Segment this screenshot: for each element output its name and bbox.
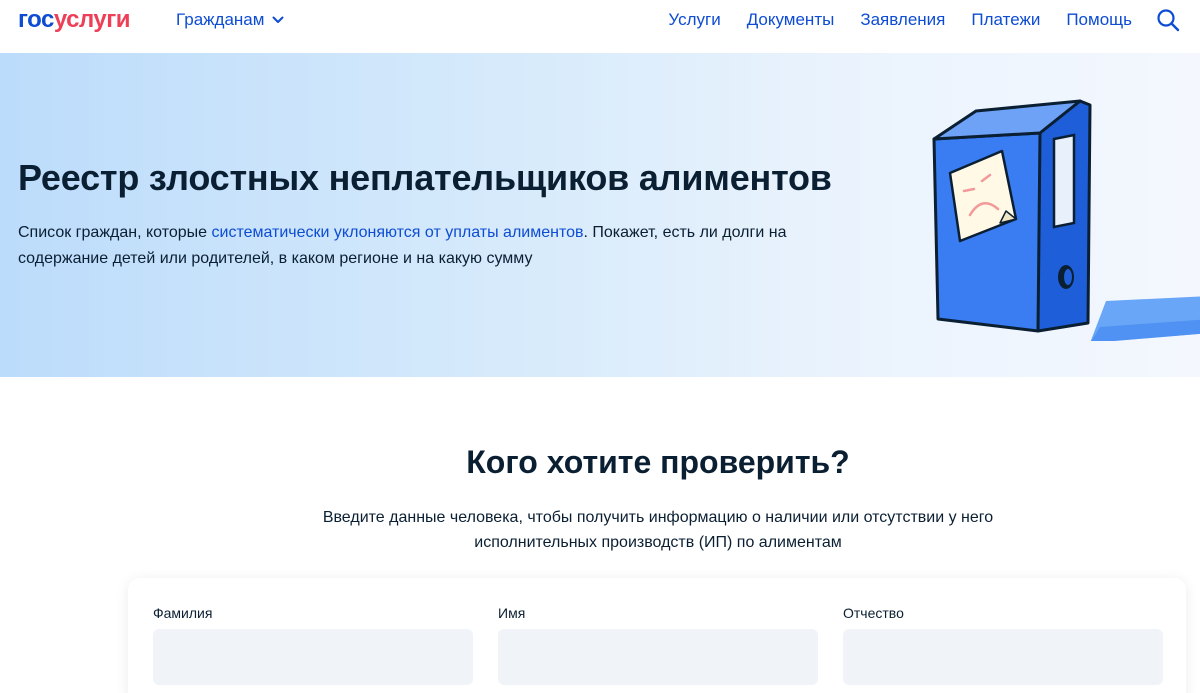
evasion-info-link[interactable]: систематически уклоняются от уплаты алим… [212, 224, 584, 241]
hero-desc-start: Список граждан, которые [18, 224, 212, 241]
nav-documents[interactable]: Документы [747, 10, 835, 30]
lastname-input[interactable] [153, 629, 473, 685]
main-nav: Услуги Документы Заявления Платежи Помощ… [668, 10, 1132, 30]
hero-description: Список граждан, которые систематически у… [18, 220, 818, 272]
nav-applications[interactable]: Заявления [860, 10, 945, 30]
lastname-field: Фамилия [153, 605, 473, 685]
check-section-subtitle: Введите данные человека, чтобы получить … [322, 509, 994, 551]
firstname-label: Имя [498, 605, 526, 621]
patronymic-field: Отчество [843, 605, 1163, 685]
audience-dropdown[interactable]: Гражданам [176, 10, 284, 30]
patronymic-label: Отчество [843, 605, 904, 621]
firstname-field: Имя [498, 605, 818, 685]
chevron-down-icon [272, 16, 284, 23]
nav-services[interactable]: Услуги [668, 10, 720, 30]
top-header: госуслуги Гражданам Услуги Документы Зая… [0, 0, 1200, 53]
search-form-card: Фамилия Имя Отчество [128, 578, 1186, 693]
search-icon[interactable] [1156, 8, 1180, 32]
hero-banner: Реестр злостных неплательщиков алиментов… [0, 53, 1200, 377]
logo-part-uslugi: услуги [53, 6, 131, 33]
nav-help[interactable]: Помощь [1066, 10, 1132, 30]
gosuslugi-logo[interactable]: госуслуги [18, 6, 131, 34]
hero-title: Реестр злостных неплательщиков алиментов [18, 157, 832, 198]
lastname-label: Фамилия [153, 605, 213, 621]
firstname-input[interactable] [498, 629, 818, 685]
nav-payments[interactable]: Платежи [971, 10, 1040, 30]
audience-label: Гражданам [176, 10, 265, 29]
patronymic-input[interactable] [843, 629, 1163, 685]
binder-illustration [932, 99, 1200, 341]
logo-part-gos: гос [18, 6, 54, 33]
check-section-title: Кого хотите проверить? [466, 444, 850, 480]
